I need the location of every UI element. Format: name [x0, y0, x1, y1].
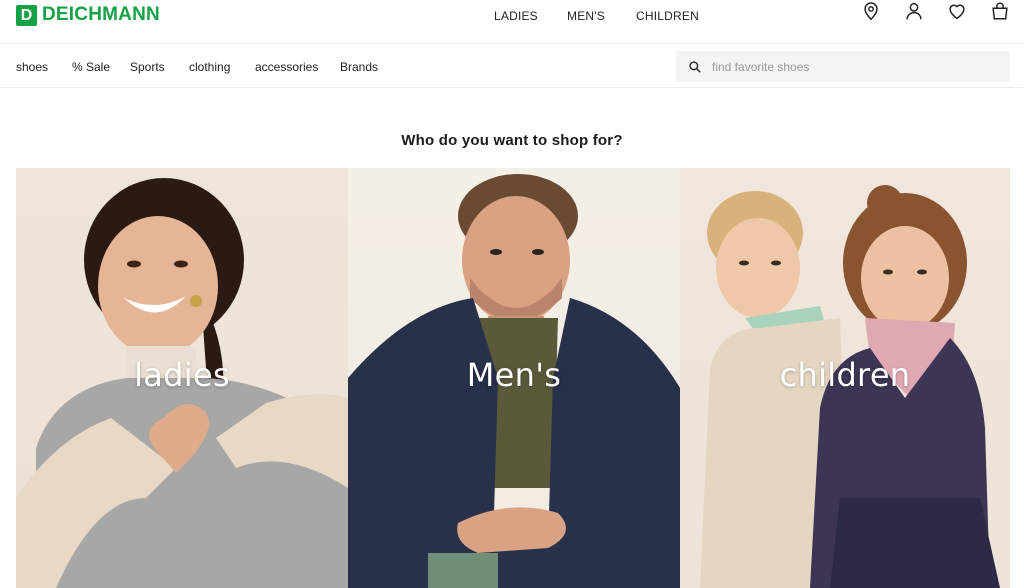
- shop-for-tiles: ladies Men's children: [16, 168, 1010, 588]
- nav-children[interactable]: CHILDREN: [636, 9, 699, 23]
- tile-children[interactable]: children: [680, 168, 1010, 588]
- brand-logo[interactable]: D DEICHMANN: [16, 4, 160, 26]
- nav-mens[interactable]: MEN'S: [567, 9, 605, 23]
- category-brands[interactable]: Brands: [340, 60, 378, 74]
- tile-label-mens: Men's: [466, 356, 562, 394]
- search-input[interactable]: [712, 59, 992, 74]
- tile-label-ladies: ladies: [134, 356, 230, 394]
- shopping-bag-icon[interactable]: [989, 0, 1011, 22]
- search-icon[interactable]: [688, 60, 702, 74]
- nav-ladies[interactable]: LADIES: [494, 9, 538, 23]
- logo-text: DEICHMANN: [42, 4, 160, 25]
- user-icon[interactable]: [903, 0, 925, 22]
- location-pin-icon[interactable]: [860, 0, 882, 22]
- tile-label-children: children: [779, 356, 911, 394]
- logo-mark: D: [16, 4, 37, 26]
- category-shoes[interactable]: shoes: [16, 60, 48, 74]
- page-heading: Who do you want to shop for?: [401, 132, 623, 149]
- heart-icon[interactable]: [946, 0, 968, 22]
- tile-mens[interactable]: Men's: [348, 168, 680, 588]
- category-accessories[interactable]: accessories: [255, 60, 318, 74]
- search-box: [676, 51, 1010, 82]
- category-clothing[interactable]: clothing: [189, 60, 230, 74]
- tile-ladies[interactable]: ladies: [16, 168, 348, 588]
- category-sale[interactable]: % Sale: [72, 60, 110, 74]
- category-sports[interactable]: Sports: [130, 60, 165, 74]
